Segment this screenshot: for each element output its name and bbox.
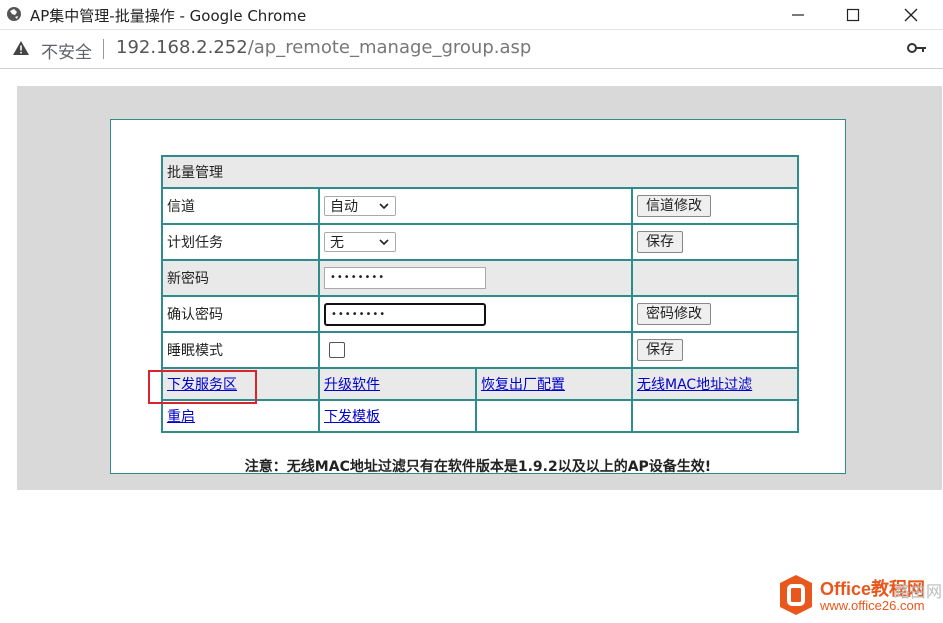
address-separator — [103, 39, 104, 59]
channel-label: 信道 — [161, 187, 320, 225]
sleep-mode-label: 睡眠模式 — [161, 331, 320, 369]
new-password-field[interactable]: •••••••• — [324, 267, 486, 289]
confirm-password-label: 确认密码 — [161, 295, 320, 333]
watermark-faint: 路由网 — [894, 582, 943, 601]
empty-cell — [475, 399, 633, 433]
url-path: /ap_remote_manage_group.asp — [247, 37, 532, 58]
warning-icon[interactable] — [12, 40, 30, 56]
globe-icon — [7, 7, 21, 21]
table-header: 批量管理 — [161, 155, 799, 189]
channel-select[interactable]: 自动 — [324, 196, 396, 216]
schedule-save-button[interactable]: 保存 — [637, 231, 683, 253]
maximize-button[interactable] — [830, 0, 876, 29]
window-titlebar: AP集中管理-批量操作 - Google Chrome — [0, 0, 943, 30]
url-host: 192.168.2.252 — [116, 37, 248, 58]
chevron-down-icon — [379, 203, 389, 210]
notice-text: 注意：无线MAC地址过滤只有在软件版本是1.9.2以及以上的AP设备生效! — [244, 459, 712, 475]
address-bar[interactable]: 不安全 192.168.2.252/ap_remote_manage_group… — [0, 30, 943, 69]
link-factory-reset[interactable]: 恢复出厂配置 — [481, 377, 565, 393]
window-title: AP集中管理-批量操作 - Google Chrome — [30, 7, 307, 25]
key-icon[interactable] — [907, 41, 927, 55]
link-issue-template[interactable]: 下发模板 — [324, 409, 380, 425]
close-button[interactable] — [888, 0, 934, 29]
link-reboot[interactable]: 重启 — [167, 409, 195, 425]
office-logo-icon — [780, 575, 812, 615]
url-text[interactable]: 192.168.2.252/ap_remote_manage_group.asp — [116, 37, 531, 58]
sleep-mode-save-button[interactable]: 保存 — [637, 339, 683, 361]
minimize-icon — [792, 13, 804, 16]
schedule-label: 计划任务 — [161, 223, 320, 261]
minimize-button[interactable] — [775, 0, 821, 29]
link-upgrade-software[interactable]: 升级软件 — [324, 377, 380, 393]
empty-cell — [631, 259, 799, 297]
empty-cell — [631, 399, 799, 433]
highlight-box — [148, 370, 257, 404]
security-label[interactable]: 不安全 — [41, 38, 92, 63]
password-modify-button[interactable]: 密码修改 — [637, 303, 711, 325]
maximize-icon — [846, 8, 860, 21]
link-mac-filter[interactable]: 无线MAC地址过滤 — [637, 377, 752, 393]
sleep-mode-checkbox[interactable] — [329, 342, 345, 358]
channel-modify-button[interactable]: 信道修改 — [637, 195, 711, 217]
channel-select-value: 自动 — [330, 199, 358, 215]
close-icon — [904, 8, 918, 21]
schedule-select[interactable]: 无 — [324, 232, 396, 252]
schedule-select-value: 无 — [330, 235, 344, 251]
chevron-down-icon — [379, 239, 389, 246]
confirm-password-field[interactable]: •••••••• — [324, 302, 486, 326]
new-password-label: 新密码 — [161, 259, 320, 297]
